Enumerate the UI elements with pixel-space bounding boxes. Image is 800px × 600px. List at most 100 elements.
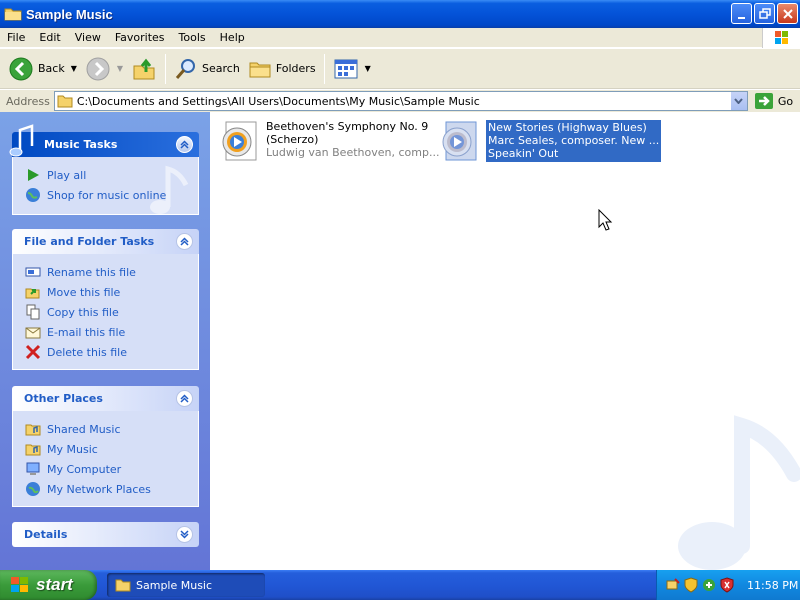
globe-icon — [26, 188, 40, 202]
file-album: Speakin' Out — [488, 147, 559, 160]
details-header[interactable]: Details — [12, 522, 199, 547]
search-button[interactable]: Search — [170, 52, 244, 86]
network-tray-icon[interactable] — [665, 577, 681, 593]
file-folder-tasks-header[interactable]: File and Folder Tasks — [12, 229, 199, 254]
chevron-up-icon — [180, 140, 189, 149]
file-folder-tasks-panel: File and Folder Tasks Rename this file M… — [12, 229, 199, 370]
minimize-button[interactable] — [731, 3, 752, 24]
menu-bar: File Edit View Favorites Tools Help — [0, 28, 800, 48]
windows-flag-icon — [775, 31, 788, 44]
collapse-button[interactable] — [176, 390, 193, 407]
details-panel: Details — [12, 522, 199, 547]
taskbar-window-button[interactable]: Sample Music — [107, 573, 265, 597]
other-places-header[interactable]: Other Places — [12, 386, 199, 411]
address-label: Address — [6, 94, 50, 108]
file-artist: Ludwig van Beethoven, comp... — [266, 146, 440, 159]
menu-help[interactable]: Help — [213, 31, 252, 44]
back-dropdown-icon[interactable]: ▼ — [71, 64, 77, 73]
rename-icon — [25, 267, 41, 277]
up-folder-icon — [133, 58, 155, 79]
search-icon — [175, 58, 196, 79]
task-email-file[interactable]: E-mail this file — [25, 322, 188, 342]
task-copy-file[interactable]: Copy this file — [25, 302, 188, 322]
task-move-file[interactable]: Move this file — [25, 282, 188, 302]
folders-icon — [249, 62, 271, 77]
menu-view[interactable]: View — [68, 31, 108, 44]
close-button[interactable] — [777, 3, 798, 24]
minimize-icon — [738, 17, 745, 19]
go-button[interactable]: Go — [754, 92, 793, 110]
menu-file[interactable]: File — [0, 31, 32, 44]
file-name-cont: (Scherzo) — [266, 133, 319, 146]
menu-tools[interactable]: Tools — [172, 31, 213, 44]
back-arrow-icon — [9, 57, 33, 80]
task-pane: Music Tasks Play all Shop for music onli… — [0, 112, 210, 570]
move-icon — [25, 288, 40, 299]
menu-edit[interactable]: Edit — [32, 31, 67, 44]
address-dropdown-button[interactable] — [729, 92, 747, 110]
menu-favorites[interactable]: Favorites — [108, 31, 172, 44]
network-icon — [26, 482, 40, 496]
chevron-down-icon — [734, 98, 744, 104]
security-shield-icon[interactable] — [683, 577, 699, 593]
chevron-up-icon — [180, 394, 189, 403]
file-artist: Marc Seales, composer. New ... — [488, 134, 660, 147]
file-folder-tasks-body: Rename this file Move this file Copy thi… — [12, 254, 199, 370]
views-dropdown-icon: ▼ — [364, 64, 371, 73]
copy-icon — [26, 304, 40, 320]
collapse-button[interactable] — [176, 233, 193, 250]
title-bar[interactable]: Sample Music — [0, 0, 800, 28]
address-path: C:\Documents and Settings\All Users\Docu… — [76, 94, 480, 108]
views-button[interactable]: ▼ — [329, 52, 375, 86]
views-icon — [334, 59, 358, 78]
standard-toolbar: Back ▼ ▼ Search Folders ▼ — [0, 49, 800, 89]
place-my-music[interactable]: My Music — [25, 439, 188, 459]
file-item-selected[interactable]: New Stories (Highway Blues) Marc Seales,… — [440, 120, 662, 162]
chevron-down-icon — [180, 530, 189, 539]
system-tray: 11:58 PM — [656, 570, 800, 600]
forward-dropdown-icon[interactable]: ▼ — [117, 64, 123, 73]
folder-icon — [115, 579, 131, 592]
start-button[interactable]: start — [0, 570, 97, 600]
task-rename-file[interactable]: Rename this file — [25, 262, 188, 282]
clock: 11:58 PM — [747, 578, 799, 592]
close-icon — [783, 9, 793, 19]
my-music-folder-icon — [25, 444, 41, 456]
forward-arrow-icon — [86, 57, 110, 80]
music-note-watermark-icon — [150, 165, 189, 214]
update-tray-icon[interactable] — [701, 577, 717, 593]
mouse-cursor-icon — [598, 209, 613, 231]
delete-icon — [25, 344, 41, 360]
address-input[interactable]: C:\Documents and Settings\All Users\Docu… — [53, 91, 748, 111]
maximize-button[interactable] — [754, 3, 775, 24]
music-note-watermark-icon — [678, 415, 800, 570]
file-name: Beethoven's Symphony No. 9 — [266, 120, 429, 133]
go-arrow-icon — [754, 93, 773, 109]
music-tasks-header[interactable]: Music Tasks — [9, 124, 199, 157]
toolbar-separator — [323, 53, 325, 84]
place-shared-music[interactable]: Shared Music — [25, 419, 188, 439]
place-my-computer[interactable]: My Computer — [25, 459, 188, 479]
restore-icon — [759, 8, 771, 19]
chevron-up-icon — [180, 237, 189, 246]
media-file-icon — [442, 121, 477, 161]
file-item[interactable]: Beethoven's Symphony No. 9 (Scherzo) Lud… — [220, 120, 439, 162]
place-my-network-places[interactable]: My Network Places — [25, 479, 188, 499]
music-tasks-panel: Music Tasks Play all Shop for music onli… — [9, 124, 199, 215]
file-name: New Stories (Highway Blues) — [488, 121, 647, 134]
task-delete-file[interactable]: Delete this file — [25, 342, 188, 362]
address-bar: Address C:\Documents and Settings\All Us… — [0, 90, 800, 112]
folders-button[interactable]: Folders — [244, 52, 320, 86]
back-button[interactable]: Back ▼ — [4, 52, 81, 86]
play-icon — [28, 169, 39, 181]
up-folder-button[interactable] — [127, 52, 161, 86]
expand-button[interactable] — [176, 526, 193, 543]
alert-shield-icon[interactable] — [719, 577, 735, 593]
email-icon — [25, 327, 41, 339]
forward-button[interactable]: ▼ — [81, 52, 127, 86]
collapse-button[interactable] — [176, 136, 193, 153]
other-places-panel: Other Places Shared Music My Music My Co… — [12, 386, 199, 507]
windows-flag-icon — [11, 577, 28, 592]
window-title: Sample Music — [26, 6, 113, 22]
file-list-view[interactable]: Beethoven's Symphony No. 9 (Scherzo) Lud… — [210, 112, 800, 570]
